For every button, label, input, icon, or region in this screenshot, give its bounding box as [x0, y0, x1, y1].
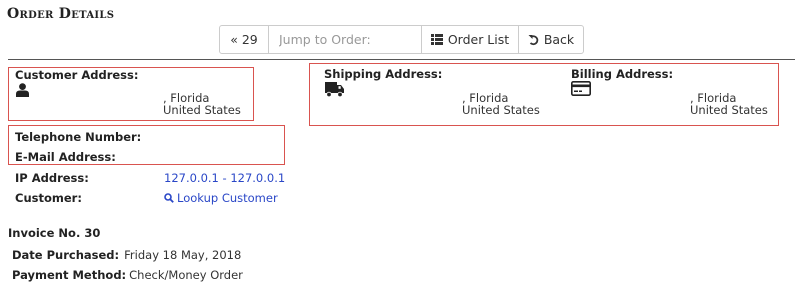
back-label: Back [543, 32, 575, 47]
order-toolbar: « 29 Order List Back [219, 25, 584, 54]
credit-card-icon [571, 81, 591, 96]
date-purchased-label: Date Purchased: [12, 248, 120, 262]
shipping-billing-box: Shipping Address: , Florida United State… [309, 63, 779, 126]
header-divider [8, 59, 795, 60]
truck-icon [325, 82, 344, 97]
contact-box: Telephone Number: E-Mail Address: [8, 125, 285, 165]
jump-to-order-input[interactable] [268, 25, 422, 54]
date-purchased-row: Date Purchased: Friday 18 May, 2018 [12, 248, 241, 262]
billing-country: United States [690, 103, 768, 117]
order-list-button[interactable]: Order List [421, 25, 519, 54]
lookup-customer-link[interactable]: Lookup Customer [164, 191, 278, 205]
ip-address-label: IP Address: [15, 171, 89, 185]
telephone-label: Telephone Number: [15, 130, 142, 144]
payment-method-value: Check/Money Order [129, 268, 243, 282]
shipping-country: United States [462, 103, 540, 117]
back-button[interactable]: Back [518, 25, 584, 54]
undo-icon [528, 34, 539, 46]
previous-order-button[interactable]: « 29 [219, 25, 269, 54]
payment-method-row: Payment Method: Check/Money Order [12, 268, 243, 282]
order-list-label: Order List [447, 32, 510, 47]
payment-method-label: Payment Method: [12, 268, 127, 282]
billing-address-label: Billing Address: [571, 67, 674, 81]
page-title: Order Details [7, 6, 115, 22]
search-icon [164, 193, 174, 203]
ip-address-link[interactable]: 127.0.0.1 - 127.0.0.1 [164, 171, 285, 185]
date-purchased-value: Friday 18 May, 2018 [124, 248, 242, 262]
email-label: E-Mail Address: [15, 150, 116, 164]
lookup-customer-label: Lookup Customer [177, 191, 278, 205]
invoice-number: Invoice No. 30 [8, 226, 101, 240]
customer-address-box: Customer Address: , Florida United State… [8, 67, 254, 121]
customer-label: Customer: [15, 191, 82, 205]
customer-address-label: Customer Address: [15, 68, 139, 82]
shipping-address-label: Shipping Address: [324, 67, 443, 81]
list-icon [430, 34, 443, 45]
user-icon [16, 83, 29, 97]
customer-country: United States [163, 103, 241, 117]
